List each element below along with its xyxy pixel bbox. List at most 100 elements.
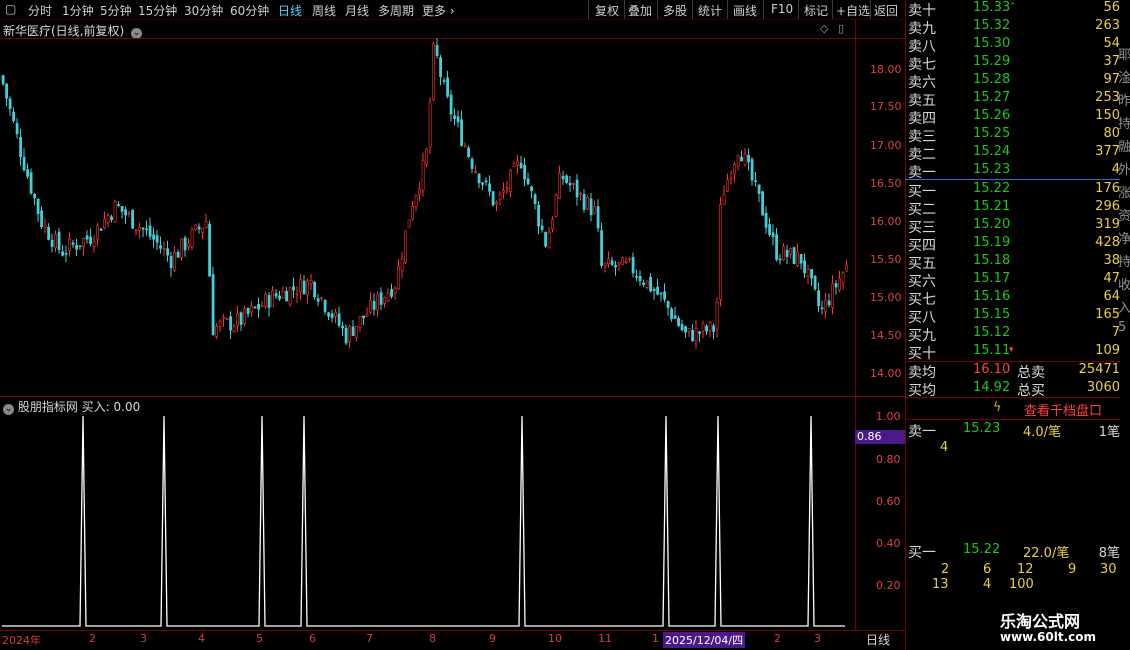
candle-body xyxy=(29,172,33,194)
candle-body xyxy=(579,192,583,195)
sell-level-row[interactable]: 卖九 15.32 263 xyxy=(905,18,1120,37)
date-tick: 2024年 xyxy=(2,634,41,647)
candle-body xyxy=(141,227,145,230)
candle-body xyxy=(519,162,523,169)
tab-30min[interactable]: 30分钟 xyxy=(184,2,223,19)
candle-body xyxy=(260,304,264,307)
candle-body xyxy=(652,289,656,292)
candle-body xyxy=(232,326,236,332)
tab-5min[interactable]: 5分钟 xyxy=(100,2,132,19)
candle-body xyxy=(103,218,107,229)
candle-body xyxy=(250,305,254,313)
sell-level-row[interactable]: 卖五 15.27 253 xyxy=(905,90,1120,109)
buy-level-row[interactable]: 买六 15.17 47 xyxy=(905,271,1120,290)
candle-body xyxy=(722,194,726,205)
tab-multi-period[interactable]: 多周期 xyxy=(378,2,414,19)
buy-level-row[interactable]: 买五 15.18 38 xyxy=(905,253,1120,272)
total-buy: 3060 xyxy=(1086,380,1120,395)
candle-body xyxy=(295,293,299,296)
level-price: 15.20 xyxy=(973,217,1011,232)
level-price: 15.28 xyxy=(973,72,1011,87)
draw-line-button[interactable]: 画线 xyxy=(733,2,757,19)
candle-body xyxy=(600,230,604,266)
candle-body xyxy=(71,242,75,245)
candle-body xyxy=(267,295,271,308)
up-arrow-icon: ⌃ xyxy=(1009,2,1017,12)
back-button[interactable]: 返回 xyxy=(874,2,898,19)
candle-body xyxy=(701,323,705,332)
sell-level-row[interactable]: 卖七 15.29 37 xyxy=(905,54,1120,73)
candle-body xyxy=(8,98,12,110)
statistics-button[interactable]: 统计 xyxy=(698,2,722,19)
candle-body xyxy=(694,328,698,342)
tab-daily[interactable]: 日线 xyxy=(278,2,302,19)
sell-level-row[interactable]: 卖六 15.28 97 xyxy=(905,72,1120,91)
candle-body xyxy=(124,209,128,216)
level-price: 15.21 xyxy=(973,199,1011,214)
buy-level-row[interactable]: 买一 15.22 176 xyxy=(905,181,1120,200)
overlay-button[interactable]: 叠加 xyxy=(628,2,652,19)
indicator-chart[interactable] xyxy=(0,396,855,630)
buy-level-row[interactable]: 买九 15.12 7 xyxy=(905,325,1120,344)
candle-body xyxy=(64,253,68,255)
order-book-panel: 卖十 15.33 56 卖九 15.32 263 卖八 15.30 54 卖七 15.29 37 卖六 1… xyxy=(905,0,1130,650)
candle-body xyxy=(173,252,177,271)
candle-body xyxy=(677,317,681,326)
candle-body xyxy=(659,292,663,295)
candle-body xyxy=(19,137,23,157)
tab-more[interactable]: 更多 › xyxy=(422,2,455,19)
candle-body xyxy=(148,225,152,237)
window-toggle-icon[interactable]: ▯ xyxy=(838,22,844,35)
tab-60min[interactable]: 60分钟 xyxy=(230,2,269,19)
buy-level-row[interactable]: 买七 15.16 64 xyxy=(905,289,1120,308)
candle-body xyxy=(750,159,754,181)
level-label: 买八 xyxy=(908,310,936,326)
candle-body xyxy=(36,198,40,214)
tab-1min[interactable]: 1分钟 xyxy=(62,2,94,19)
tab-15min[interactable]: 15分钟 xyxy=(138,2,177,19)
watermark-name: 乐淘公式网 xyxy=(1000,612,1081,631)
buy-level-row[interactable]: 买四 15.19 428 xyxy=(905,235,1120,254)
buy-level-row[interactable]: 买三 15.20 319 xyxy=(905,217,1120,236)
candle-body xyxy=(306,280,310,296)
candle-body xyxy=(386,292,390,301)
candle-body xyxy=(740,156,744,162)
level-label: 卖四 xyxy=(908,111,936,127)
chevron-right-icon: › xyxy=(446,4,455,18)
diamond-icon[interactable]: ◇ xyxy=(820,22,828,35)
candle-body xyxy=(309,280,313,285)
period-label: 日线 xyxy=(866,633,891,647)
mark-button[interactable]: 标记 xyxy=(804,2,828,19)
candle-body xyxy=(40,210,44,228)
f10-button[interactable]: F10 xyxy=(771,2,793,16)
window-icon[interactable]: ▢ xyxy=(5,2,16,16)
tab-weekly[interactable]: 周线 xyxy=(312,2,336,19)
candle-body xyxy=(75,244,79,250)
sell-level-row[interactable]: 卖四 15.26 150 xyxy=(905,108,1120,127)
candle-body xyxy=(218,321,222,327)
sell-level-row[interactable]: 卖一 15.23 4 xyxy=(905,162,1120,181)
indicator-tick: 1.00 xyxy=(876,410,901,423)
candle-body xyxy=(446,77,450,97)
level-volume: 296 xyxy=(1095,199,1120,214)
sell-level-row[interactable]: 卖三 15.25 80 xyxy=(905,126,1120,145)
buy-level-row[interactable]: 买八 15.15 165 xyxy=(905,307,1120,326)
candle-body xyxy=(733,163,737,175)
fuquan-button[interactable]: 复权 xyxy=(595,2,619,19)
candle-body xyxy=(110,216,114,220)
tab-monthly[interactable]: 月线 xyxy=(345,2,369,19)
candle-body xyxy=(666,301,670,308)
view-full-depth-link[interactable]: 查看千档盘口 xyxy=(1024,400,1102,419)
sell-level-row[interactable]: 卖八 15.30 54 xyxy=(905,36,1120,55)
candle-body xyxy=(166,248,170,256)
candle-body xyxy=(127,212,131,215)
sell-level-row[interactable]: 卖二 15.24 377 xyxy=(905,144,1120,163)
buy-level-row[interactable]: 买二 15.21 296 xyxy=(905,199,1120,218)
add-watchlist-button[interactable]: +自选 xyxy=(836,2,870,19)
side-char: 融 xyxy=(1118,140,1130,155)
multi-stock-button[interactable]: 多股 xyxy=(663,2,687,19)
tab-fenshi[interactable]: 分时 xyxy=(28,2,52,19)
side-char: 入 xyxy=(1118,301,1130,316)
candle-body xyxy=(1,75,5,85)
candlestick-chart[interactable] xyxy=(0,38,855,396)
